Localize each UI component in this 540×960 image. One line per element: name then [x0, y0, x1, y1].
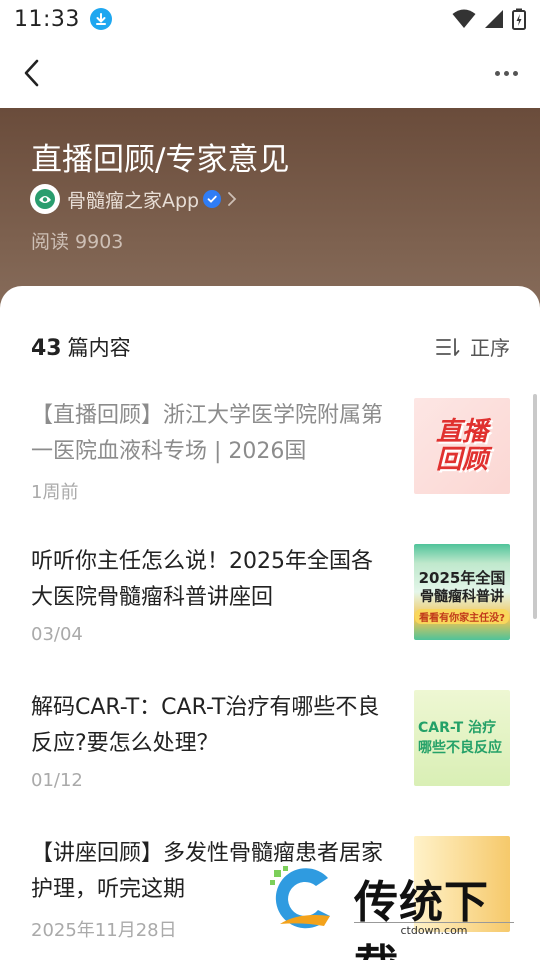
battery-icon [512, 8, 526, 30]
status-bar: 11:33 [0, 0, 540, 38]
item-thumbnail: 2025年全国 骨髓瘤科普讲 看看有你家主任没? [414, 544, 510, 640]
item-date: 03/04 [31, 624, 83, 645]
thumb-text: 回顾 [435, 445, 488, 475]
sort-label: 正序 [470, 336, 510, 360]
author-avatar [30, 184, 60, 214]
dot [494, 70, 500, 76]
item-date: 1周前 [31, 482, 79, 503]
collection-title: 直播回顾/专家意见 [31, 142, 290, 178]
verified-badge-icon [203, 190, 222, 208]
thumb-text: CAR-T 治疗 [418, 720, 497, 736]
thumb-text: 骨髓瘤科普讲 [420, 588, 504, 605]
sort-icon [436, 337, 460, 356]
sort-order-button[interactable]: 正序 [436, 332, 510, 361]
dot [503, 70, 509, 76]
author-name: 骨髓瘤之家App [67, 189, 200, 212]
list-item[interactable]: 听听你主任怎么说！2025年全国各大医院骨髓瘤科普讲座回 03/04 2025年… [0, 544, 540, 670]
watermark-url: ctdown.com [354, 922, 514, 937]
more-options-button[interactable] [490, 60, 522, 86]
chevron-left-icon [24, 59, 39, 87]
watermark: 传统下载 ctdown.com [268, 858, 530, 960]
item-title: 解码CAR-T：CAR-T治疗有哪些不良反应?要怎么处理？ [31, 695, 380, 756]
status-icons [452, 8, 526, 30]
thumb-text: 2025年全国 [418, 568, 506, 587]
signal-icon [485, 10, 503, 28]
status-time: 11:33 [14, 6, 80, 32]
item-date: 01/12 [31, 770, 83, 791]
read-count: 阅读 9903 [31, 231, 124, 253]
logo-icon [35, 189, 55, 209]
list-item[interactable]: 【直播回顾】浙江大学医学院附属第一医院血液科专场 | 2026国 1周前 直播 … [0, 398, 540, 524]
nav-bar [0, 38, 540, 108]
thumb-text: 哪些不良反应 [418, 740, 502, 756]
list-item[interactable]: 解码CAR-T：CAR-T治疗有哪些不良反应?要怎么处理？ 01/12 CAR-… [0, 690, 540, 816]
watermark-logo-icon [270, 866, 330, 929]
count-label: 篇内容 [67, 336, 131, 360]
item-thumbnail: CAR-T 治疗 哪些不良反应 [414, 690, 510, 786]
author-link[interactable]: 骨髓瘤之家App [30, 184, 237, 214]
content-count: 43 篇内容 [31, 332, 131, 362]
watermark-text: 传统下载 [354, 877, 489, 960]
thumb-text: 看看有你家主任没? [415, 608, 509, 624]
item-thumbnail: 直播 回顾 [414, 398, 510, 494]
wifi-icon [452, 9, 476, 28]
item-date: 2025年11月28日 [31, 920, 177, 941]
item-title: 听听你主任怎么说！2025年全国各大医院骨髓瘤科普讲座回 [31, 549, 373, 610]
thumb-text: 直播 [435, 417, 488, 447]
chevron-right-icon [228, 192, 237, 206]
count-number: 43 [31, 336, 62, 361]
back-button[interactable] [14, 56, 48, 90]
dot [512, 70, 518, 76]
item-title: 【直播回顾】浙江大学医学院附属第一医院血液科专场 | 2026国 [31, 403, 384, 464]
download-icon [89, 8, 112, 30]
